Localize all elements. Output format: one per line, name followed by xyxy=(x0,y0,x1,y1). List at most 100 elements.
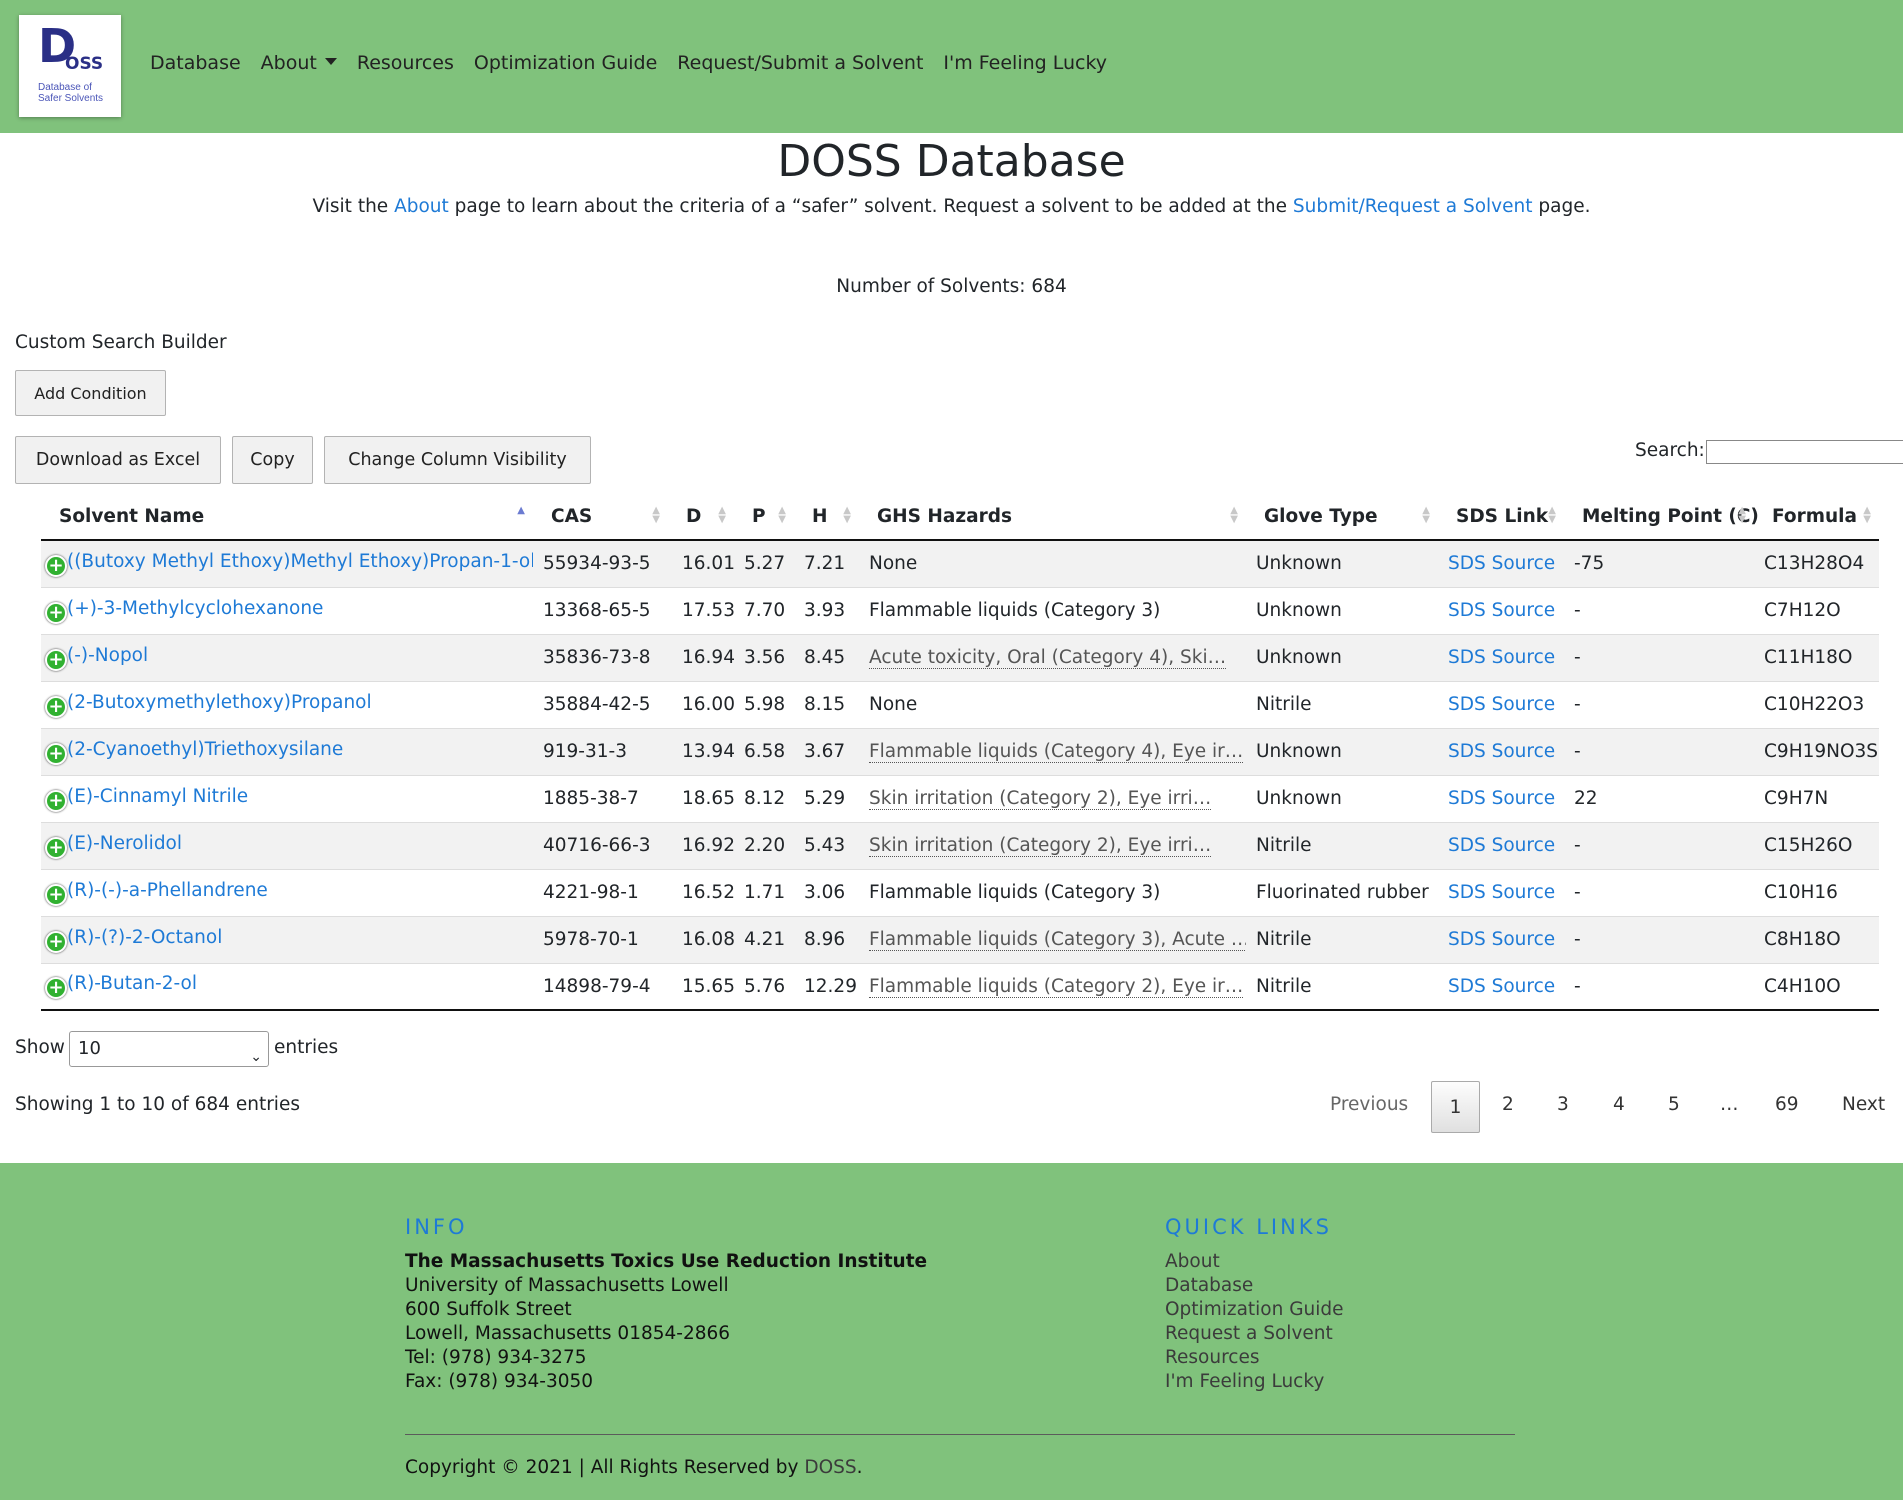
expand-row-plus-icon[interactable]: + xyxy=(45,554,67,577)
col-glove-type-header[interactable]: Glove Type ▲ ▼ xyxy=(1246,494,1438,541)
ghs-hazards-text[interactable]: Flammable liquids (Category 2), Eye ir… xyxy=(869,975,1244,998)
col-ghs-hazards-header[interactable]: GHS Hazards ▲ ▼ xyxy=(859,494,1246,541)
sort-arrows-icon: ▲ ▼ xyxy=(1863,505,1871,525)
pager-page-5[interactable]: 5 xyxy=(1668,1094,1680,1115)
ghs-cell: Flammable liquids (Category 3) xyxy=(859,868,1246,916)
col-solvent-name-header[interactable]: Solvent Name ▲ xyxy=(41,494,533,541)
expand-row-plus-icon[interactable]: + xyxy=(45,977,67,1000)
pager-page-4[interactable]: 4 xyxy=(1613,1094,1625,1115)
solvent-name-link[interactable]: (-)-Nopol xyxy=(67,645,148,666)
sds-source-link[interactable]: SDS Source xyxy=(1448,929,1555,950)
pager-page-2[interactable]: 2 xyxy=(1502,1094,1514,1115)
col-formula-header[interactable]: Formula ▲ ▼ xyxy=(1754,494,1879,541)
column-header-label: H xyxy=(812,506,828,527)
footer-link-database[interactable]: Database xyxy=(1165,1274,1344,1298)
nav-about-dropdown[interactable]: About xyxy=(261,52,337,74)
expand-row-plus-icon[interactable]: + xyxy=(45,930,67,953)
expand-row-plus-icon[interactable]: + xyxy=(45,883,67,906)
sds-source-link[interactable]: SDS Source xyxy=(1448,976,1555,997)
sds-source-link[interactable]: SDS Source xyxy=(1448,835,1555,856)
solvent-name-cell: + (2-Butoxymethylethoxy)Propanol xyxy=(41,680,533,728)
d-cell: 17.53 xyxy=(668,586,734,634)
copy-button[interactable]: Copy xyxy=(232,436,313,484)
pager-next[interactable]: Next xyxy=(1842,1094,1885,1115)
p-cell: 8.12 xyxy=(734,774,794,822)
expand-row-plus-icon[interactable]: + xyxy=(45,695,67,718)
expand-row-plus-icon[interactable]: + xyxy=(45,601,67,624)
pager-page-1[interactable]: 1 xyxy=(1431,1081,1480,1133)
footer-link-feeling-lucky[interactable]: I'm Feeling Lucky xyxy=(1165,1370,1344,1394)
cas-cell: 4221-98-1 xyxy=(533,868,668,916)
p-cell: 5.27 xyxy=(734,539,794,587)
solvent-name-link[interactable]: (E)-Nerolidol xyxy=(67,833,182,854)
solvent-name-link[interactable]: (2-Butoxymethylethoxy)Propanol xyxy=(67,692,372,713)
sds-source-link[interactable]: SDS Source xyxy=(1448,600,1555,621)
footer-link-resources[interactable]: Resources xyxy=(1165,1346,1344,1370)
nav-about-label: About xyxy=(260,52,317,74)
solvent-name-link[interactable]: (2-Cyanoethyl)Triethoxysilane xyxy=(67,739,343,760)
sds-source-link[interactable]: SDS Source xyxy=(1448,882,1555,903)
logo-letters-oss: OSS xyxy=(65,54,104,74)
sds-cell: SDS Source xyxy=(1438,774,1564,822)
sds-source-link[interactable]: SDS Source xyxy=(1448,553,1555,574)
cas-cell: 5978-70-1 xyxy=(533,915,668,963)
solvent-name-link[interactable]: (R)-(-)-a-Phellandrene xyxy=(67,880,268,901)
solvent-name-link[interactable]: (+)-3-Methylcyclohexanone xyxy=(67,598,323,619)
ghs-hazards-text[interactable]: Acute toxicity, Oral (Category 4), Ski… xyxy=(869,647,1227,669)
ghs-hazards-text[interactable]: Skin irritation (Category 2), Eye irri… xyxy=(869,835,1212,857)
doss-logo[interactable]: D OSS Database of Safer Solvents xyxy=(19,15,121,117)
ghs-hazards-text[interactable]: Flammable liquids (Category 4), Eye ir… xyxy=(869,741,1244,763)
col-p-header[interactable]: P ▲ ▼ xyxy=(734,494,794,541)
p-cell: 1.71 xyxy=(734,868,794,916)
formula-cell: C4H10O xyxy=(1754,962,1879,1011)
sort-arrows-icon: ▲ ▼ xyxy=(718,505,726,525)
footer-link-optimization-guide[interactable]: Optimization Guide xyxy=(1165,1298,1344,1322)
pager-page-3[interactable]: 3 xyxy=(1557,1094,1569,1115)
pager-previous[interactable]: Previous xyxy=(1330,1094,1408,1115)
copyright-doss-link[interactable]: DOSS xyxy=(804,1457,856,1478)
submit-request-link[interactable]: Submit/Request a Solvent xyxy=(1293,196,1533,217)
sort-arrows-icon: ▲ ▼ xyxy=(843,505,851,525)
column-visibility-button[interactable]: Change Column Visibility xyxy=(324,436,591,484)
add-condition-button[interactable]: Add Condition xyxy=(15,370,166,416)
d-cell: 15.65 xyxy=(668,962,734,1011)
page-length-select[interactable]: 10 ⌄ xyxy=(69,1031,269,1067)
solvent-name-link[interactable]: ((Butoxy Methyl Ethoxy)Methyl Ethoxy)Pro… xyxy=(67,551,533,572)
search-input[interactable] xyxy=(1706,440,1903,464)
nav-resources[interactable]: Resources xyxy=(357,52,454,74)
solvent-name-link[interactable]: (R)-(?)-2-Octanol xyxy=(67,927,222,948)
ghs-hazards-text[interactable]: Flammable liquids (Category 3), Acute … xyxy=(869,929,1246,951)
sds-source-link[interactable]: SDS Source xyxy=(1448,694,1555,715)
download-excel-button[interactable]: Download as Excel xyxy=(15,436,221,484)
sds-source-link[interactable]: SDS Source xyxy=(1448,647,1555,668)
col-cas-header[interactable]: CAS ▲ ▼ xyxy=(533,494,668,541)
ghs-hazards-text[interactable]: Skin irritation (Category 2), Eye irri… xyxy=(869,788,1212,810)
nav-database[interactable]: Database xyxy=(150,52,241,74)
cas-cell: 13368-65-5 xyxy=(533,586,668,634)
ghs-hazards-text: None xyxy=(869,694,918,715)
col-sds-link-header[interactable]: SDS Link ▲ ▼ xyxy=(1438,494,1564,541)
col-melting-point-header[interactable]: Melting Point (C) ▲ ▼ xyxy=(1564,494,1759,541)
sds-source-link[interactable]: SDS Source xyxy=(1448,741,1555,762)
nav-optimization-guide[interactable]: Optimization Guide xyxy=(474,52,657,74)
footer-link-request-solvent[interactable]: Request a Solvent xyxy=(1165,1322,1344,1346)
pager-page-69[interactable]: 69 xyxy=(1775,1094,1799,1115)
nav-feeling-lucky[interactable]: I'm Feeling Lucky xyxy=(943,52,1107,74)
sds-source-link[interactable]: SDS Source xyxy=(1448,788,1555,809)
page-title: DOSS Database xyxy=(777,136,1126,187)
solvent-name-link[interactable]: (R)-Butan-2-ol xyxy=(67,973,197,994)
expand-row-plus-icon[interactable]: + xyxy=(45,789,67,812)
expand-row-plus-icon[interactable]: + xyxy=(45,742,67,765)
footer-link-about[interactable]: About xyxy=(1165,1250,1344,1274)
p-cell: 6.58 xyxy=(734,727,794,775)
solvent-name-link[interactable]: (E)-Cinnamyl Nitrile xyxy=(67,786,248,807)
about-link[interactable]: About xyxy=(394,196,449,217)
footer-quick-links-heading: QUICK LINKS xyxy=(1165,1215,1332,1239)
col-d-header[interactable]: D ▲ ▼ xyxy=(668,494,734,541)
expand-row-plus-icon[interactable]: + xyxy=(45,648,67,671)
col-h-header[interactable]: H ▲ ▼ xyxy=(794,494,859,541)
expand-row-plus-icon[interactable]: + xyxy=(45,836,67,859)
nav-request-submit[interactable]: Request/Submit a Solvent xyxy=(677,52,923,74)
pager-ellipsis: … xyxy=(1720,1094,1739,1115)
cas-cell: 40716-66-3 xyxy=(533,821,668,869)
